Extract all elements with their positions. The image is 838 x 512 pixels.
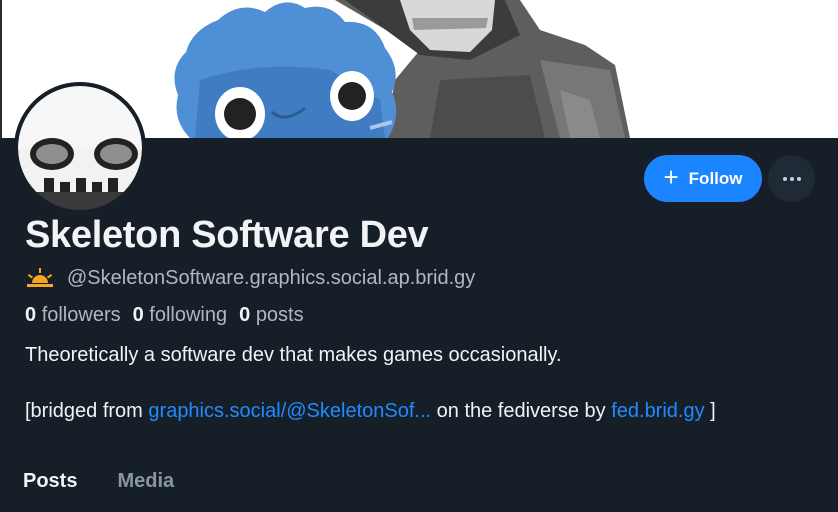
followers-stat[interactable]: 0 followers	[25, 304, 121, 327]
follow-button-label: Follow	[688, 168, 743, 188]
ellipsis-icon	[796, 176, 801, 181]
bridge-middle-text: on the fediverse by	[436, 400, 606, 422]
plus-icon: +	[663, 162, 679, 192]
posts-count: 0	[239, 304, 251, 326]
more-options-button[interactable]	[768, 155, 815, 202]
follow-button[interactable]: + Follow	[644, 155, 762, 202]
avatar[interactable]	[14, 82, 146, 214]
profile-stats: 0 followers 0 following 0 posts	[25, 304, 304, 327]
following-count: 0	[132, 304, 144, 326]
source-profile-link[interactable]: graphics.social/@SkeletonSof...	[148, 400, 431, 422]
bridge-prefix: [bridged from	[25, 400, 143, 422]
tab-posts[interactable]: Posts	[0, 460, 97, 512]
ellipsis-icon	[789, 176, 794, 181]
posts-stat: 0 posts	[239, 304, 304, 327]
display-name: Skeleton Software Dev	[25, 214, 429, 256]
posts-label: posts	[255, 304, 304, 326]
followers-count: 0	[25, 304, 37, 326]
ellipsis-icon	[782, 176, 787, 181]
skull-avatar-image	[14, 82, 146, 214]
handle-row: @SkeletonSoftware.graphics.social.ap.bri…	[25, 264, 475, 292]
profile-tabs: Posts Media	[0, 460, 194, 512]
following-stat[interactable]: 0 following	[133, 304, 228, 327]
bridge-notice: [bridged from graphics.social/@SkeletonS…	[25, 400, 716, 423]
followers-label: followers	[41, 304, 121, 326]
following-label: following	[149, 304, 228, 326]
bio: Theoretically a software dev that makes …	[25, 344, 562, 366]
tab-media[interactable]: Media	[97, 460, 194, 512]
handle[interactable]: @SkeletonSoftware.graphics.social.ap.bri…	[67, 267, 475, 290]
bridge-service-link[interactable]: fed.brid.gy	[611, 400, 704, 422]
banner-edge	[0, 0, 2, 138]
bridge-suffix: ]	[710, 400, 716, 422]
sunrise-icon	[27, 268, 53, 287]
